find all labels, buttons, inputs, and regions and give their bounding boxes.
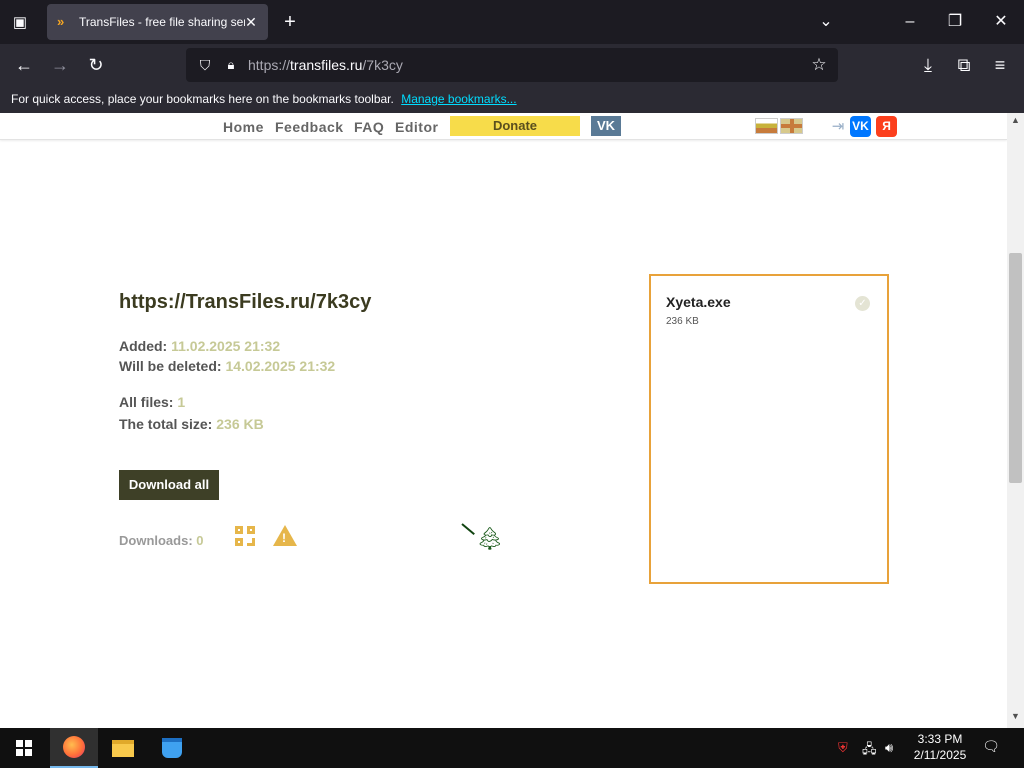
page-scrollbar[interactable]: ▲ ▼ (1007, 113, 1024, 728)
login-icon[interactable]: ⇥ (829, 118, 847, 136)
russian-flag-icon[interactable] (755, 118, 778, 134)
qr-code-icon[interactable] (235, 526, 256, 547)
tab-transfiles[interactable]: » TransFiles - free file sharing serv ✕ (47, 4, 268, 40)
scrollbar-thumb[interactable] (1009, 253, 1022, 483)
url-domain: transfiles.ru (290, 57, 363, 73)
size-row: The total size: 236 KB (119, 416, 371, 432)
files-row: All files: 1 (119, 394, 371, 410)
shield-icon[interactable]: ⛉ (196, 56, 214, 74)
reload-icon[interactable]: ↻ (82, 51, 110, 79)
site-nav: Home Feedback FAQ Editor Donate VK ⇥ VK … (0, 113, 1007, 140)
added-label: Added: (119, 338, 168, 354)
nav-editor-link[interactable]: Editor (395, 119, 438, 135)
size-label: The total size: (119, 416, 213, 432)
app-taskbar-button[interactable] (148, 728, 196, 768)
close-tab-icon[interactable]: ✕ (242, 13, 260, 31)
clock-time: 3:33 PM (917, 732, 963, 746)
files-label: All files: (119, 394, 174, 410)
share-info: https://TransFiles.ru/7k3cy Added: 11.02… (119, 291, 371, 432)
report-warning-icon[interactable]: ! (273, 525, 297, 546)
volume-icon[interactable]: 🔊︎ (885, 740, 893, 756)
added-value: 11.02.2025 21:32 (171, 338, 281, 354)
nav-home-link[interactable]: Home (223, 119, 264, 135)
menu-icon[interactable]: ≡ (986, 51, 1014, 79)
bookmark-star-icon[interactable]: ☆ (808, 54, 830, 76)
tab-list-icon[interactable]: ▣ (8, 10, 32, 34)
extensions-icon[interactable]: ⧉ (950, 51, 978, 79)
deleted-label: Will be deleted: (119, 358, 222, 374)
url-prefix: https:// (248, 57, 291, 73)
browser-chrome: ▣ » TransFiles - free file sharing serv … (0, 0, 1024, 113)
clock[interactable]: 3:33 PM 2/11/2025 (905, 731, 975, 763)
file-size: 236 KB (666, 316, 699, 327)
scroll-up-icon[interactable]: ▲ (1011, 115, 1020, 125)
url-bar[interactable]: ⛉ 🔒︎ https://transfiles.ru/7k3cy ☆ (186, 48, 838, 82)
manage-bookmarks-link[interactable]: Manage bookmarks... (401, 92, 516, 106)
yandex-login-icon[interactable]: Я (876, 116, 897, 137)
restore-icon[interactable]: ❐ (941, 8, 969, 36)
nav-bar: ← → ↻ ⛉ 🔒︎ https://transfiles.ru/7k3cy ☆… (0, 44, 1024, 86)
taskbar: ⛨ 🖧︎ 🔊︎ 3:33 PM 2/11/2025 🗨︎ (0, 728, 1024, 768)
english-flag-icon[interactable] (780, 118, 803, 134)
downloads-count: Downloads: 0 (119, 533, 204, 548)
file-card[interactable]: Xyeta.exe 236 KB ✓ (649, 274, 889, 584)
added-row: Added: 11.02.2025 21:32 (119, 338, 371, 354)
web-page: Home Feedback FAQ Editor Donate VK ⇥ VK … (0, 113, 1007, 728)
clock-date: 2/11/2025 (913, 748, 967, 762)
share-url[interactable]: https://TransFiles.ru/7k3cy (119, 291, 371, 314)
deleted-row: Will be deleted: 14.02.2025 21:32 (119, 358, 371, 374)
vk-button[interactable]: VK (591, 116, 621, 136)
deleted-value: 14.02.2025 21:32 (225, 358, 336, 374)
download-all-button[interactable]: Download all (119, 470, 219, 500)
windows-logo-icon (16, 740, 32, 756)
bucket-icon (162, 738, 182, 758)
scroll-down-icon[interactable]: ▼ (1011, 711, 1020, 721)
firefox-icon (63, 736, 85, 758)
tab-bar: ▣ » TransFiles - free file sharing serv … (0, 0, 1024, 44)
transfiles-favicon-icon: » (57, 14, 65, 29)
check-icon[interactable]: ✓ (855, 296, 870, 311)
back-icon[interactable]: ← (10, 51, 38, 79)
nav-feedback-link[interactable]: Feedback (275, 119, 344, 135)
minimize-icon[interactable]: – (896, 8, 924, 36)
tab-title: TransFiles - free file sharing serv (79, 15, 245, 29)
security-alert-icon[interactable]: ⛨ (838, 740, 848, 756)
folder-icon (112, 739, 134, 757)
new-tab-icon[interactable]: + (278, 10, 302, 34)
close-window-icon[interactable]: ✕ (987, 8, 1015, 36)
url-path: /7k3cy (362, 57, 403, 73)
url-text[interactable]: https://transfiles.ru/7k3cy (248, 57, 403, 73)
vk-login-icon[interactable]: VK (850, 116, 871, 137)
bookmarks-message: For quick access, place your bookmarks h… (11, 92, 394, 106)
file-explorer-taskbar-button[interactable] (99, 728, 147, 768)
downloads-icon[interactable]: ⤓ (914, 51, 942, 79)
downloads-label: Downloads: (119, 533, 193, 548)
chevron-down-icon[interactable]: ⌄ (812, 8, 840, 36)
firefox-taskbar-button[interactable] (50, 728, 98, 768)
size-value: 236 KB (216, 416, 264, 432)
start-button[interactable] (0, 728, 48, 768)
files-value: 1 (177, 394, 186, 410)
donate-button[interactable]: Donate (450, 116, 580, 136)
lock-icon[interactable]: 🔒︎ (222, 56, 240, 74)
downloads-value: 0 (196, 533, 204, 548)
network-icon[interactable]: 🖧︎ (862, 740, 877, 762)
christmas-tree-icon: 🌲︎ (461, 521, 504, 553)
file-name[interactable]: Xyeta.exe (666, 294, 731, 310)
forward-icon[interactable]: → (46, 51, 74, 79)
bookmarks-toolbar: For quick access, place your bookmarks h… (0, 86, 1024, 113)
notifications-icon[interactable]: 🗨︎ (982, 738, 1000, 756)
nav-faq-link[interactable]: FAQ (354, 119, 384, 135)
